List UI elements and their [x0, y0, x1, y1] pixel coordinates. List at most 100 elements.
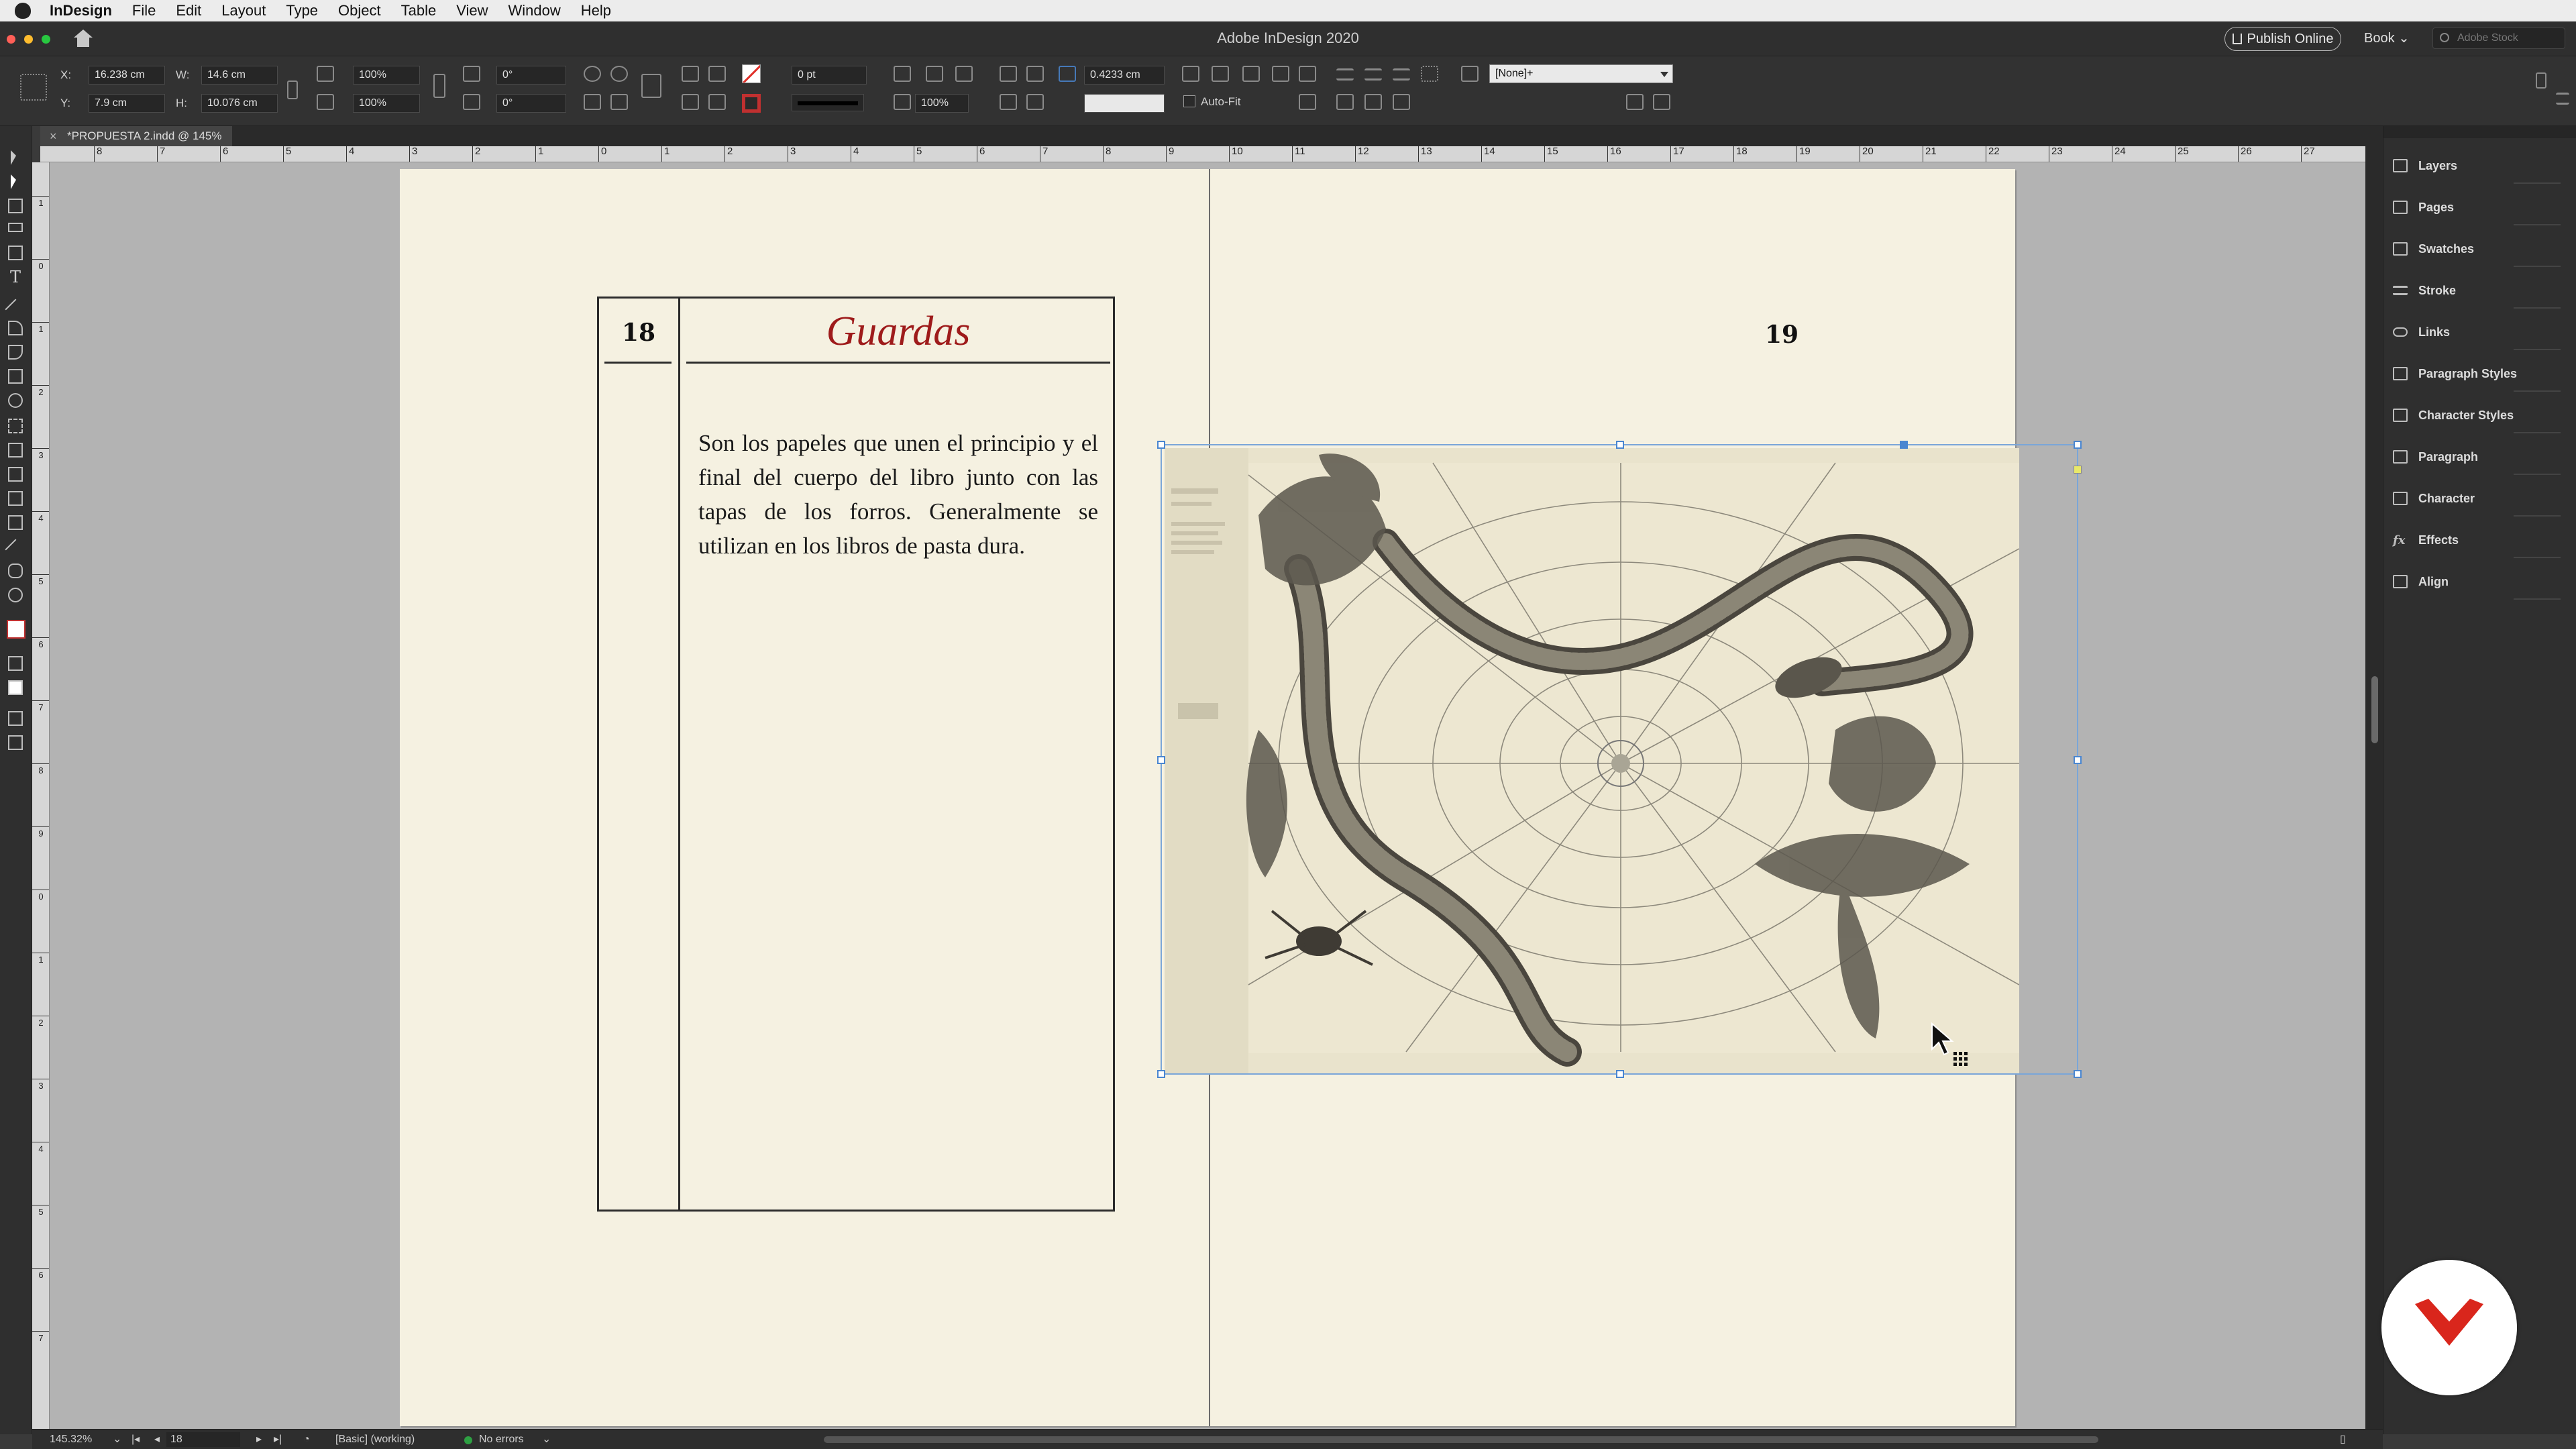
menu-object[interactable]: Object: [338, 2, 381, 19]
rotation-angle-field[interactable]: 0°: [496, 66, 566, 85]
chevron-down-icon[interactable]: ⌄: [113, 1432, 121, 1447]
screen-mode-icon[interactable]: [8, 711, 23, 726]
anchor-handle[interactable]: [1900, 441, 1908, 449]
resize-handle-tc[interactable]: [1616, 441, 1624, 449]
chevron-down-icon[interactable]: ⌄: [542, 1432, 551, 1447]
preflight-profile[interactable]: [Basic] (working): [335, 1432, 415, 1447]
panel-pages[interactable]: Pages: [2383, 186, 2576, 228]
page-number-field[interactable]: 18: [166, 1432, 240, 1447]
zoom-window-button[interactable]: [42, 35, 50, 44]
preflight-status[interactable]: No errors: [479, 1432, 524, 1447]
x-position-field[interactable]: 16.238 cm: [89, 66, 165, 85]
horizontal-scroll-thumb[interactable]: [824, 1436, 2098, 1443]
previous-page-button[interactable]: ◂: [154, 1432, 160, 1447]
content-aware-fit-button[interactable]: [1299, 94, 1316, 110]
text-wrap-none-button[interactable]: [1000, 66, 1017, 82]
direct-selection-tool-icon[interactable]: [11, 174, 16, 189]
scale-x-field[interactable]: 100%: [353, 66, 420, 85]
menu-view[interactable]: View: [456, 2, 488, 19]
apple-icon[interactable]: [15, 3, 31, 19]
frame-fitting-icon[interactable]: [1059, 66, 1076, 82]
zoom-tool-icon[interactable]: [8, 588, 23, 602]
panel-paragraph[interactable]: Paragraph: [2383, 436, 2576, 478]
align-right-button[interactable]: [1393, 68, 1410, 80]
fill-stroke-swatch-icon[interactable]: [7, 620, 25, 639]
preflight-menu-icon[interactable]: ◔: [303, 1432, 310, 1447]
text-wrap-bbox-button[interactable]: [1026, 66, 1044, 82]
select-previous-button[interactable]: [682, 94, 699, 110]
resize-handle-tl[interactable]: [1157, 441, 1165, 449]
dock-grip[interactable]: [2383, 126, 2576, 138]
offset-field[interactable]: 0.4233 cm: [1084, 66, 1165, 85]
menu-window[interactable]: Window: [508, 2, 561, 19]
workspace-switcher[interactable]: Book ⌄: [2364, 30, 2410, 46]
gradient-swatch-tool-icon[interactable]: [8, 467, 23, 482]
fill-swatch[interactable]: [742, 64, 761, 83]
vertical-scrollbar[interactable]: [2365, 146, 2383, 1429]
panel-align[interactable]: Align: [2383, 561, 2576, 602]
minimize-window-button[interactable]: [24, 35, 33, 44]
formatting-affects-container-icon[interactable]: [8, 656, 23, 671]
constrain-scale-icon[interactable]: [433, 74, 445, 98]
text-wrap-jump-button[interactable]: [1026, 94, 1044, 110]
eyedropper-tool-icon[interactable]: [5, 539, 26, 560]
align-top-button[interactable]: [1336, 94, 1354, 110]
rotate-cw-button[interactable]: [584, 66, 601, 82]
engraving-image[interactable]: [1165, 448, 2019, 1073]
stroke-type-select[interactable]: [792, 94, 864, 111]
first-page-button[interactable]: |◂: [131, 1432, 140, 1447]
document-tab[interactable]: × *PROPUESTA 2.indd @ 145%: [40, 126, 232, 146]
drop-shadow-button[interactable]: [926, 66, 943, 82]
body-text[interactable]: Son los papeles que unen el principio y …: [698, 426, 1098, 563]
align-left-button[interactable]: [1336, 68, 1354, 80]
menu-type[interactable]: Type: [286, 2, 318, 19]
apply-none-icon[interactable]: [8, 680, 23, 695]
type-tool-icon[interactable]: T: [8, 269, 23, 285]
center-content-button[interactable]: [1242, 66, 1260, 82]
content-collector-icon[interactable]: [8, 246, 23, 260]
publish-online-button[interactable]: Publish Online: [2224, 27, 2341, 51]
panel-links[interactable]: Links: [2383, 311, 2576, 353]
home-icon[interactable]: [72, 30, 94, 48]
scissors-tool-icon[interactable]: [8, 419, 23, 433]
close-tab-icon[interactable]: ×: [50, 126, 57, 146]
panel-swatches[interactable]: Swatches: [2383, 228, 2576, 270]
menu-layout[interactable]: Layout: [221, 2, 266, 19]
resize-handle-ml[interactable]: [1157, 756, 1165, 764]
preview-mode-icon[interactable]: [8, 735, 23, 750]
menu-file[interactable]: File: [132, 2, 156, 19]
page-heading[interactable]: Guardas: [686, 308, 1110, 356]
note-tool-icon[interactable]: [8, 515, 23, 530]
align-bottom-button[interactable]: [1393, 94, 1410, 110]
in-port-icon[interactable]: [2074, 466, 2082, 474]
hand-tool-icon[interactable]: [8, 564, 23, 578]
select-next-button[interactable]: [708, 94, 726, 110]
select-container-button[interactable]: [682, 66, 699, 82]
text-wrap-shape-button[interactable]: [1000, 94, 1017, 110]
menu-app[interactable]: InDesign: [50, 2, 112, 19]
reference-field[interactable]: [1084, 94, 1165, 113]
rectangle-frame-tool-icon[interactable]: [8, 369, 23, 384]
menu-table[interactable]: Table: [401, 2, 437, 19]
image-frame[interactable]: [1157, 441, 2082, 1078]
split-window-icon[interactable]: ▯: [2340, 1432, 2346, 1447]
vertical-scroll-thumb[interactable]: [2371, 676, 2378, 743]
object-style-select[interactable]: [None]+: [1489, 64, 1673, 83]
vertical-ruler[interactable]: 1 0 1 2 3 4 5 6 7 8 9 0 1 2 3 4 5 6 7: [32, 162, 50, 1429]
clear-overrides-button[interactable]: [1626, 94, 1644, 110]
flip-vertical-button[interactable]: [610, 94, 628, 110]
pencil-tool-icon[interactable]: [8, 345, 23, 360]
panel-menu-icon[interactable]: [2556, 93, 2569, 105]
panel-effects[interactable]: fx Effects: [2383, 519, 2576, 561]
resize-handle-bl[interactable]: [1157, 1070, 1165, 1078]
next-page-button[interactable]: ▸: [256, 1432, 262, 1447]
panel-paragraph-styles[interactable]: Paragraph Styles: [2383, 353, 2576, 394]
page-tool-icon[interactable]: [8, 199, 23, 213]
opacity-field[interactable]: 100%: [915, 94, 969, 113]
rotate-ccw-button[interactable]: [610, 66, 628, 82]
gradient-feather-tool-icon[interactable]: [8, 491, 23, 506]
zoom-level-field[interactable]: 145.32%: [50, 1432, 92, 1447]
distribute-button[interactable]: [1421, 66, 1438, 82]
stroke-weight-field[interactable]: 0 pt: [792, 66, 867, 85]
constrain-proportions-icon[interactable]: [287, 80, 298, 99]
